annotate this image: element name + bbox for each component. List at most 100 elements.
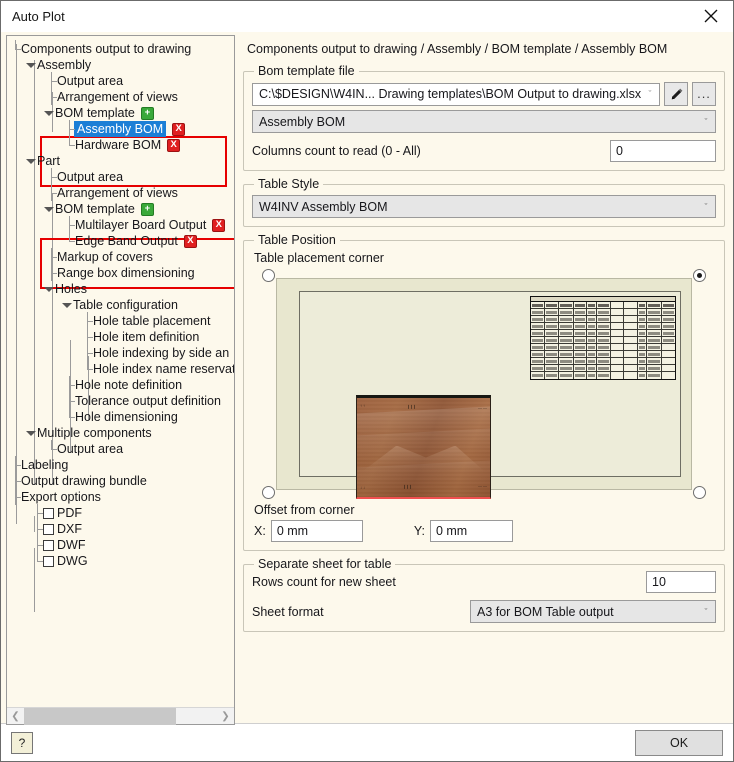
drawing-frame: ↑↑ ∥∥∥ —— ↓↓ ∥∥∥ —— (299, 291, 681, 499)
bom-template-file-combo[interactable]: C:\$DESIGN\W4IN... Drawing templates\BOM… (252, 82, 660, 106)
tree-horizontal-scrollbar[interactable]: ❮ ❯ (7, 707, 234, 725)
rows-count-label: Rows count for new sheet (252, 575, 396, 589)
tree-item-hole-index-name-reservation[interactable]: Hole index name reservat (7, 360, 234, 377)
chevron-down-icon[interactable] (25, 153, 37, 169)
checkbox-dwf[interactable] (43, 539, 54, 551)
tree-item-assembly-bom-template[interactable]: BOM template + (7, 105, 234, 121)
bom-table-preview-cell (587, 330, 597, 336)
chevron-down-icon[interactable] (43, 201, 55, 217)
tree-item-multiple-components-output-area[interactable]: Output area (7, 440, 234, 457)
bom-sheet-combo[interactable]: Assembly BOM ˇ (252, 110, 716, 133)
bom-table-preview-cell (647, 309, 663, 315)
checkbox-pdf[interactable] (43, 507, 54, 519)
bom-table-preview-row (531, 372, 675, 379)
tree-connector (33, 536, 43, 553)
close-icon[interactable] (689, 1, 733, 31)
bom-table-preview-cell (559, 372, 575, 379)
add-part-bom-template-button[interactable]: + (140, 202, 154, 216)
radio-corner-bottom-right[interactable] (693, 486, 706, 499)
bom-table-preview-cell (662, 365, 675, 371)
tree-item-assembly[interactable]: Assembly (7, 57, 234, 73)
ok-button[interactable]: OK (635, 729, 723, 756)
tree-item-export-options[interactable]: Export options (7, 488, 234, 505)
bom-table-preview-cell (624, 365, 638, 371)
columns-count-input[interactable] (610, 140, 716, 162)
chevron-down-icon[interactable] (43, 281, 55, 297)
bom-table-preview-cell (531, 358, 545, 364)
tree-item-export-dwg[interactable]: DWG (7, 552, 234, 569)
checkbox-dxf[interactable] (43, 523, 54, 535)
bom-table-preview-cell (531, 372, 545, 379)
sheet-format-combo[interactable]: A3 for BOM Table output ˇ (470, 600, 716, 623)
tree-connector (47, 248, 57, 265)
radio-corner-top-right[interactable] (693, 269, 706, 282)
tree-item-multilayer-board-output[interactable]: Multilayer Board Output X (7, 216, 234, 233)
bom-table-preview-cell (611, 302, 625, 308)
radio-corner-top-left[interactable] (262, 269, 275, 282)
tree-item-export-dxf[interactable]: DXF (7, 520, 234, 537)
scrollbar-thumb[interactable] (24, 707, 176, 725)
tree-item-assembly-arrangement-of-views[interactable]: Arrangement of views (7, 88, 234, 105)
bom-table-preview-cell (559, 309, 575, 315)
bom-sheet-value: Assembly BOM (259, 114, 346, 129)
tree-item-export-dwf[interactable]: DWF (7, 536, 234, 553)
bom-table-preview-cell (545, 372, 559, 379)
bom-table-preview-cell (531, 302, 545, 308)
tree-item-export-pdf[interactable]: PDF (7, 504, 234, 521)
tree-item-markup-of-covers[interactable]: Markup of covers (7, 248, 234, 265)
chevron-down-icon[interactable] (25, 57, 37, 73)
add-bom-template-button[interactable]: + (140, 106, 154, 120)
tree-item-output-drawing-bundle[interactable]: Output drawing bundle (7, 472, 234, 489)
tree-item-hole-dimensioning[interactable]: Hole dimensioning (7, 408, 234, 425)
bom-table-preview-row (531, 344, 675, 351)
tree-item-multiple-components[interactable]: Multiple components (7, 425, 234, 441)
tree-connector (47, 440, 57, 457)
bom-table-preview-cell (545, 330, 559, 336)
browse-file-button[interactable]: ... (692, 82, 716, 106)
tree-item-assembly-output-area[interactable]: Output area (7, 72, 234, 89)
chevron-down-icon[interactable] (25, 425, 37, 441)
tree-item-range-box-dimensioning[interactable]: Range box dimensioning (7, 264, 234, 281)
tree-item-table-configuration[interactable]: Table configuration (7, 297, 234, 313)
bom-table-preview-cell (574, 372, 588, 379)
offset-y-input[interactable] (429, 520, 513, 542)
tree-item-hole-indexing-by-side[interactable]: Hole indexing by side an (7, 344, 234, 361)
delete-assembly-bom-button[interactable]: X (172, 122, 186, 136)
offset-y-label: Y: (413, 524, 425, 538)
bom-table-preview-cell (624, 337, 638, 343)
tree-item-part[interactable]: Part (7, 153, 234, 169)
chevron-right-icon[interactable]: ❯ (217, 708, 234, 725)
edit-template-button[interactable] (664, 82, 688, 106)
chevron-down-icon: ˇ (704, 201, 708, 212)
delete-multilayer-board-output-button[interactable]: X (212, 218, 226, 232)
radio-corner-bottom-left[interactable] (262, 486, 275, 499)
table-style-legend: Table Style (258, 177, 320, 191)
navigation-tree-panel: Components output to drawing Assembly Ou… (6, 35, 235, 725)
checkbox-dwg[interactable] (43, 555, 54, 567)
delete-hardware-bom-button[interactable]: X (167, 138, 181, 152)
tree-item-hole-note-definition[interactable]: Hole note definition (7, 376, 234, 393)
tree-item-hole-item-definition[interactable]: Hole item definition (7, 328, 234, 345)
tree-item-hardware-bom[interactable]: Hardware BOM X (7, 136, 234, 153)
help-icon[interactable]: ? (11, 731, 33, 754)
bom-table-preview-cell (624, 330, 638, 336)
tree-item-edge-band-output[interactable]: Edge Band Output X (7, 232, 234, 249)
rows-count-input[interactable] (646, 571, 716, 593)
tree-item-holes[interactable]: Holes (7, 281, 234, 297)
tree-item-part-bom-template[interactable]: BOM template + (7, 201, 234, 217)
tree-item-components-output-to-drawing[interactable]: Components output to drawing (7, 40, 234, 57)
help-label: ? (18, 735, 26, 750)
delete-edge-band-output-button[interactable]: X (183, 234, 197, 248)
tree-item-labeling[interactable]: Labeling (7, 456, 234, 473)
offset-x-input[interactable] (270, 520, 363, 542)
tree-item-part-output-area[interactable]: Output area (7, 168, 234, 185)
tree-item-tolerance-output-definition[interactable]: Tolerance output definition (7, 392, 234, 409)
chevron-down-icon[interactable] (61, 297, 73, 313)
tree-item-assembly-bom[interactable]: Assembly BOM X (7, 120, 234, 137)
table-style-combo[interactable]: W4INV Assembly BOM ˇ (252, 195, 716, 218)
tree-item-part-arrangement-of-views[interactable]: Arrangement of views (7, 184, 234, 201)
tree-item-hole-table-placement[interactable]: Hole table placement (7, 312, 234, 329)
table-placement-corner-label: Table placement corner (254, 251, 384, 265)
chevron-down-icon[interactable] (43, 105, 55, 121)
chevron-left-icon[interactable]: ❮ (7, 708, 24, 725)
